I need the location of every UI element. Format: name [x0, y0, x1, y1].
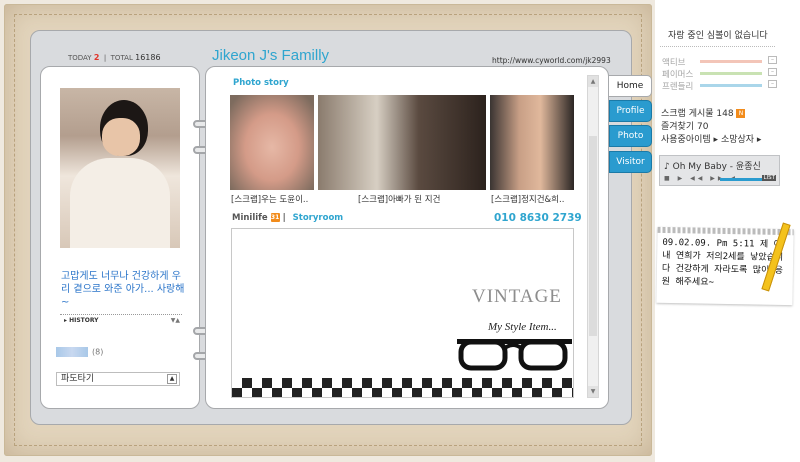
scrap-posts[interactable]: 스크랩 게시물 148 N [661, 106, 746, 119]
total-count: 16186 [135, 53, 161, 62]
mood-active-button[interactable]: – [768, 56, 777, 64]
visit-counter: TODAY 2 | TOTAL 16186 [68, 53, 161, 62]
tab-home[interactable]: Home [609, 75, 652, 97]
counter-separator: | [103, 54, 107, 62]
vintage-text: VINTAGE [472, 286, 562, 307]
mood-active-bar [700, 60, 762, 63]
profile-intro: 고맙게도 너무나 건강하게 우리 곁으로 와준 아가... 사랑해~ [61, 271, 185, 308]
photo-thumb-2[interactable] [318, 95, 486, 190]
tab-photo[interactable]: Photo [609, 125, 652, 147]
homepage-url[interactable]: http://www.cyworld.com/jk2993 [492, 56, 611, 65]
scroll-down-icon[interactable]: ▼ [588, 386, 598, 397]
favorites[interactable]: 즐겨찾기 70 [661, 119, 708, 132]
divider [660, 46, 775, 47]
minilife-links: Minilife 31 | Storyroom [232, 213, 343, 223]
tab-visitor[interactable]: Visitor [609, 151, 652, 173]
minilife-badge: 31 [270, 213, 280, 222]
chevron-up-icon[interactable]: ▲ [167, 374, 177, 384]
mood-active-label: 액티브 [662, 58, 686, 68]
total-label: TOTAL [110, 54, 133, 62]
storyroom-link[interactable]: Storyroom [293, 213, 344, 223]
playlist-button[interactable]: LIST [762, 175, 776, 181]
glasses-icon [457, 339, 572, 371]
photo-thumb-1[interactable] [230, 95, 314, 190]
photo-caption-2[interactable]: [스크랩]아빠가 된 지건 [358, 193, 478, 205]
my-style-text: My Style Item... [488, 321, 557, 333]
scroll-up-icon[interactable]: ▲ [588, 76, 598, 87]
scrollbar[interactable]: ▲ ▼ [587, 75, 599, 398]
minilife-link[interactable]: Minilife [232, 213, 268, 223]
today-count: 2 [93, 53, 100, 62]
photo-caption-3[interactable]: [스크랩]정지건&희.. [491, 193, 575, 205]
shop-link[interactable]: 소망상자 [721, 135, 754, 145]
storyroom-image[interactable]: VINTAGE My Style Item... [231, 228, 574, 398]
photo-story-title[interactable]: Photo story [233, 78, 289, 88]
link-separator: | [282, 213, 286, 223]
mood-famous-button[interactable]: – [768, 68, 777, 76]
photo-thumb-3[interactable] [490, 95, 574, 190]
new-badge-icon: N [736, 109, 746, 118]
friend-name-blurred [56, 347, 88, 357]
checkered-border [232, 378, 573, 397]
mood-famous-label: 페이머스 [662, 70, 694, 80]
wave-select[interactable]: 파도타기 ▲ [56, 372, 180, 386]
symbol-message: 자랑 중인 심볼이 없습니다 [668, 31, 768, 41]
history-toggle-icon[interactable]: ▼▲ [171, 317, 180, 324]
today-label: TODAY [68, 54, 92, 62]
friends-count[interactable]: (8) [56, 347, 103, 357]
note-binding [657, 226, 794, 236]
items-link[interactable]: 사용중아이템 [661, 135, 711, 145]
page-title[interactable]: Jikeon J's Familly [212, 47, 329, 64]
profile-photo[interactable] [60, 88, 180, 248]
items-links: 사용중아이템 ▸ 소망상자 ▸ [661, 135, 762, 145]
history-button[interactable]: ▸ HISTORY [64, 317, 99, 324]
mood-famous-bar [700, 72, 762, 75]
mood-friendly-label: 프렌들리 [662, 82, 694, 92]
photo-figure-body [70, 158, 170, 248]
scroll-thumb[interactable] [589, 136, 597, 336]
volume-slider[interactable] [720, 178, 762, 181]
tab-profile[interactable]: Profile [609, 100, 652, 122]
photo-caption-1[interactable]: [스크랩]우는 도윤이.. [231, 193, 317, 205]
mood-friendly-button[interactable]: – [768, 80, 777, 88]
music-player: ♪ Oh My Baby - 윤종신 ■ ▶ ◀◀ ▶▶ ◀ LIST [659, 155, 780, 186]
mood-friendly-bar [700, 84, 762, 87]
history-bar[interactable]: ▸ HISTORY ▼▲ [60, 314, 182, 325]
phone-number: 010 8630 2739 [494, 212, 582, 224]
photo-figure-face [102, 118, 140, 156]
song-title: ♪ Oh My Baby - 윤종신 [664, 162, 761, 172]
